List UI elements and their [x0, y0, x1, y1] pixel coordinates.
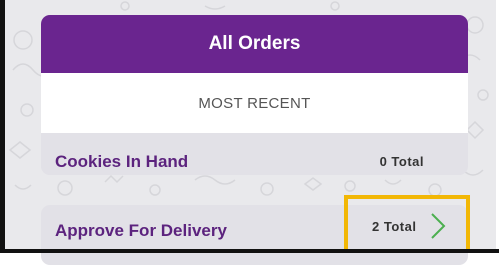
- all-orders-card: All Orders MOST RECENT Cookies In Hand 0…: [41, 15, 468, 175]
- cookies-in-hand-label: Cookies In Hand: [55, 151, 189, 171]
- cookies-in-hand-row[interactable]: Cookies In Hand 0 Total: [41, 133, 468, 175]
- approve-for-delivery-count: 2 Total: [372, 218, 417, 234]
- approve-for-delivery-highlight[interactable]: 2 Total: [344, 195, 470, 253]
- screen-frame-bottom: [0, 249, 499, 253]
- most-recent-filter[interactable]: MOST RECENT: [41, 73, 468, 133]
- cookies-in-hand-count: 0 Total: [379, 154, 424, 169]
- chevron-right-icon[interactable]: [428, 211, 448, 241]
- all-orders-title: All Orders: [208, 33, 301, 54]
- approve-for-delivery-label: Approve For Delivery: [55, 221, 227, 240]
- most-recent-label: MOST RECENT: [198, 94, 311, 112]
- all-orders-header: All Orders: [41, 15, 468, 73]
